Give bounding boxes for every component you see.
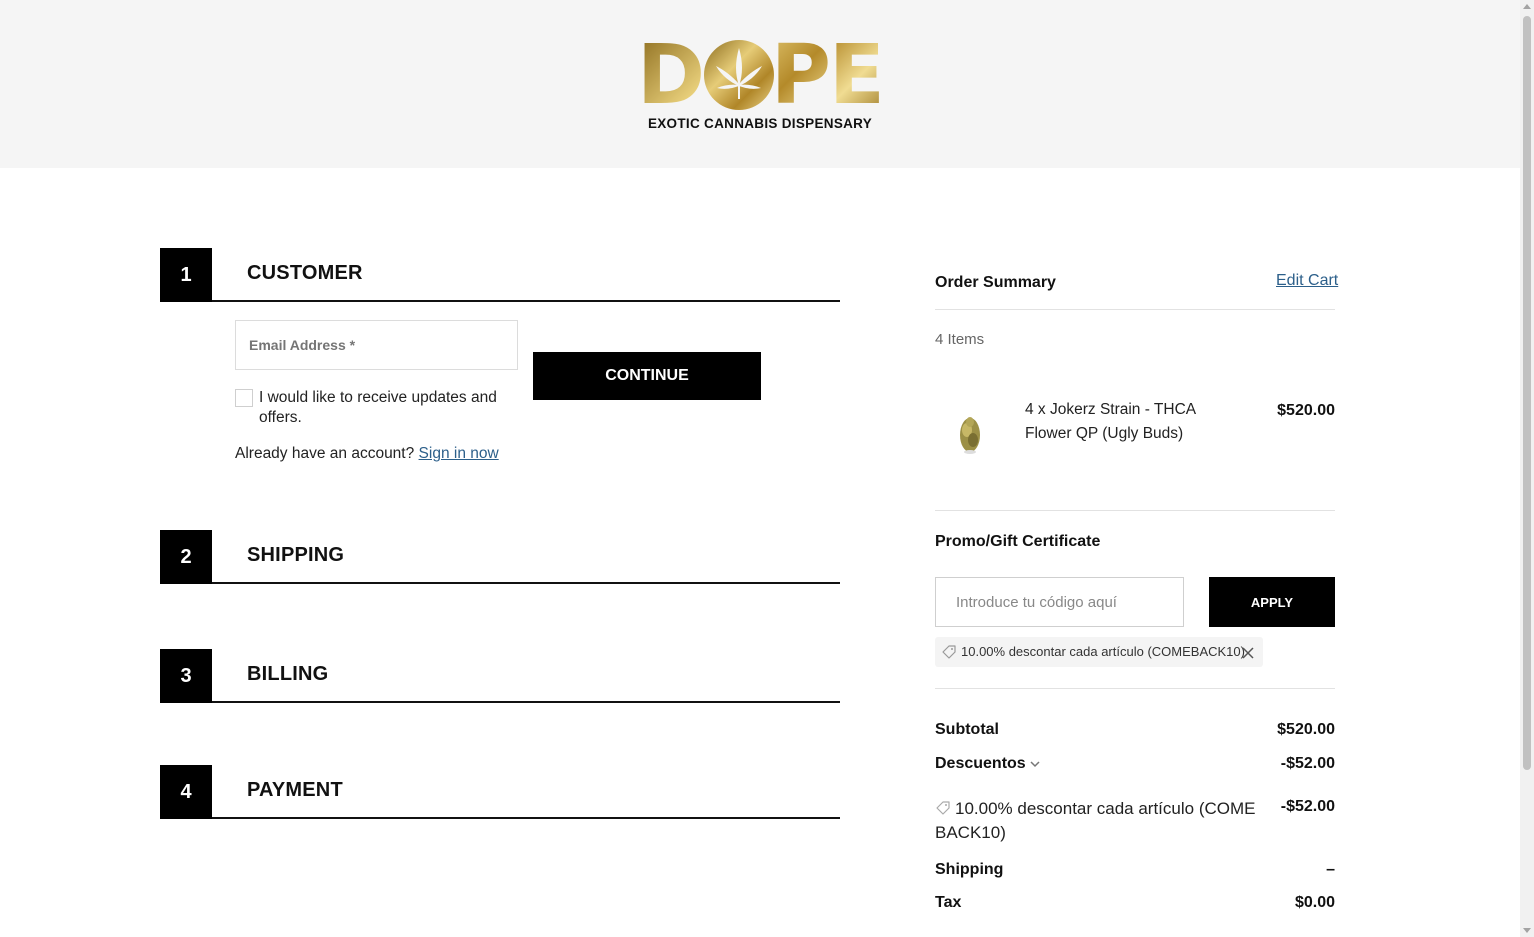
tag-icon [942,645,956,659]
tax-value: $0.00 [1294,894,1335,911]
scroll-down-arrow-icon[interactable] [1523,928,1531,933]
divider [935,309,1335,310]
email-field[interactable] [235,320,518,370]
shipping-value: – [1326,861,1335,878]
scrollbar-thumb[interactable] [1523,16,1531,770]
site-header: DOPE EXOTIC CANNABIS DISPENSARY [0,0,1520,168]
items-count: 4 Items [935,331,985,348]
promo-code-input[interactable] [935,577,1184,627]
tag-icon [936,801,950,815]
brand-logo[interactable]: DOPE EXOTIC CANNABIS DISPENSARY [634,35,886,132]
account-prompt: Already have an account? Sign in now [235,445,499,463]
subtotal-label: Subtotal [935,721,999,738]
step-number: 1 [160,248,212,302]
discounts-toggle[interactable]: Descuentos [935,755,1026,773]
order-summary-title: Order Summary [935,274,1056,291]
chevron-down-icon[interactable] [1029,758,1041,770]
divider [935,688,1335,689]
product-thumbnail [960,417,980,454]
logo-tagline: EXOTIC CANNABIS DISPENSARY [647,116,873,131]
updates-checkbox-label: I would like to receive updates and offe… [259,389,497,426]
step-number: 4 [160,765,212,819]
applied-coupon-chip: 10.00% descontar cada artículo (COMEBACK… [935,637,1263,667]
updates-checkbox[interactable] [235,389,253,407]
applied-coupon-text: 10.00% descontar cada artículo (COMEBACK… [961,644,1245,659]
step-payment[interactable]: 4 PAYMENT [160,765,840,819]
step-title: BILLING [247,663,329,685]
cannabis-leaf-icon [704,40,774,110]
discount-detail-value: -$52.00 [1280,798,1335,815]
continue-button[interactable]: CONTINUE [533,352,761,400]
step-title: SHIPPING [247,544,345,566]
sign-in-link[interactable]: Sign in now [419,445,499,462]
step-number: 3 [160,649,212,703]
shipping-label: Shipping [935,861,1004,878]
subtotal-value: $520.00 [1277,721,1335,738]
tax-label: Tax [935,894,962,911]
discounts-value: -$52.00 [1280,755,1335,772]
step-title: PAYMENT [247,779,343,801]
remove-coupon-close-icon[interactable] [1241,646,1255,660]
page-scrollbar[interactable] [1520,0,1534,937]
apply-promo-button[interactable]: APPLY [1209,577,1335,627]
scroll-up-arrow-icon[interactable] [1523,4,1531,9]
product-price: $520.00 [1277,402,1335,419]
product-name: 4 x Jokerz Strain - THCA Flower QP (Ugly… [1025,401,1196,442]
divider [935,510,1335,511]
step-number: 2 [160,530,212,584]
edit-cart-link[interactable]: Edit Cart [1276,272,1338,290]
step-customer: 1 CUSTOMER [160,248,840,302]
step-shipping[interactable]: 2 SHIPPING [160,530,840,584]
step-title: CUSTOMER [247,262,363,284]
promo-title: Promo/Gift Certificate [935,533,1101,550]
step-billing[interactable]: 3 BILLING [160,649,840,703]
account-prompt-text: Already have an account? [235,445,415,462]
